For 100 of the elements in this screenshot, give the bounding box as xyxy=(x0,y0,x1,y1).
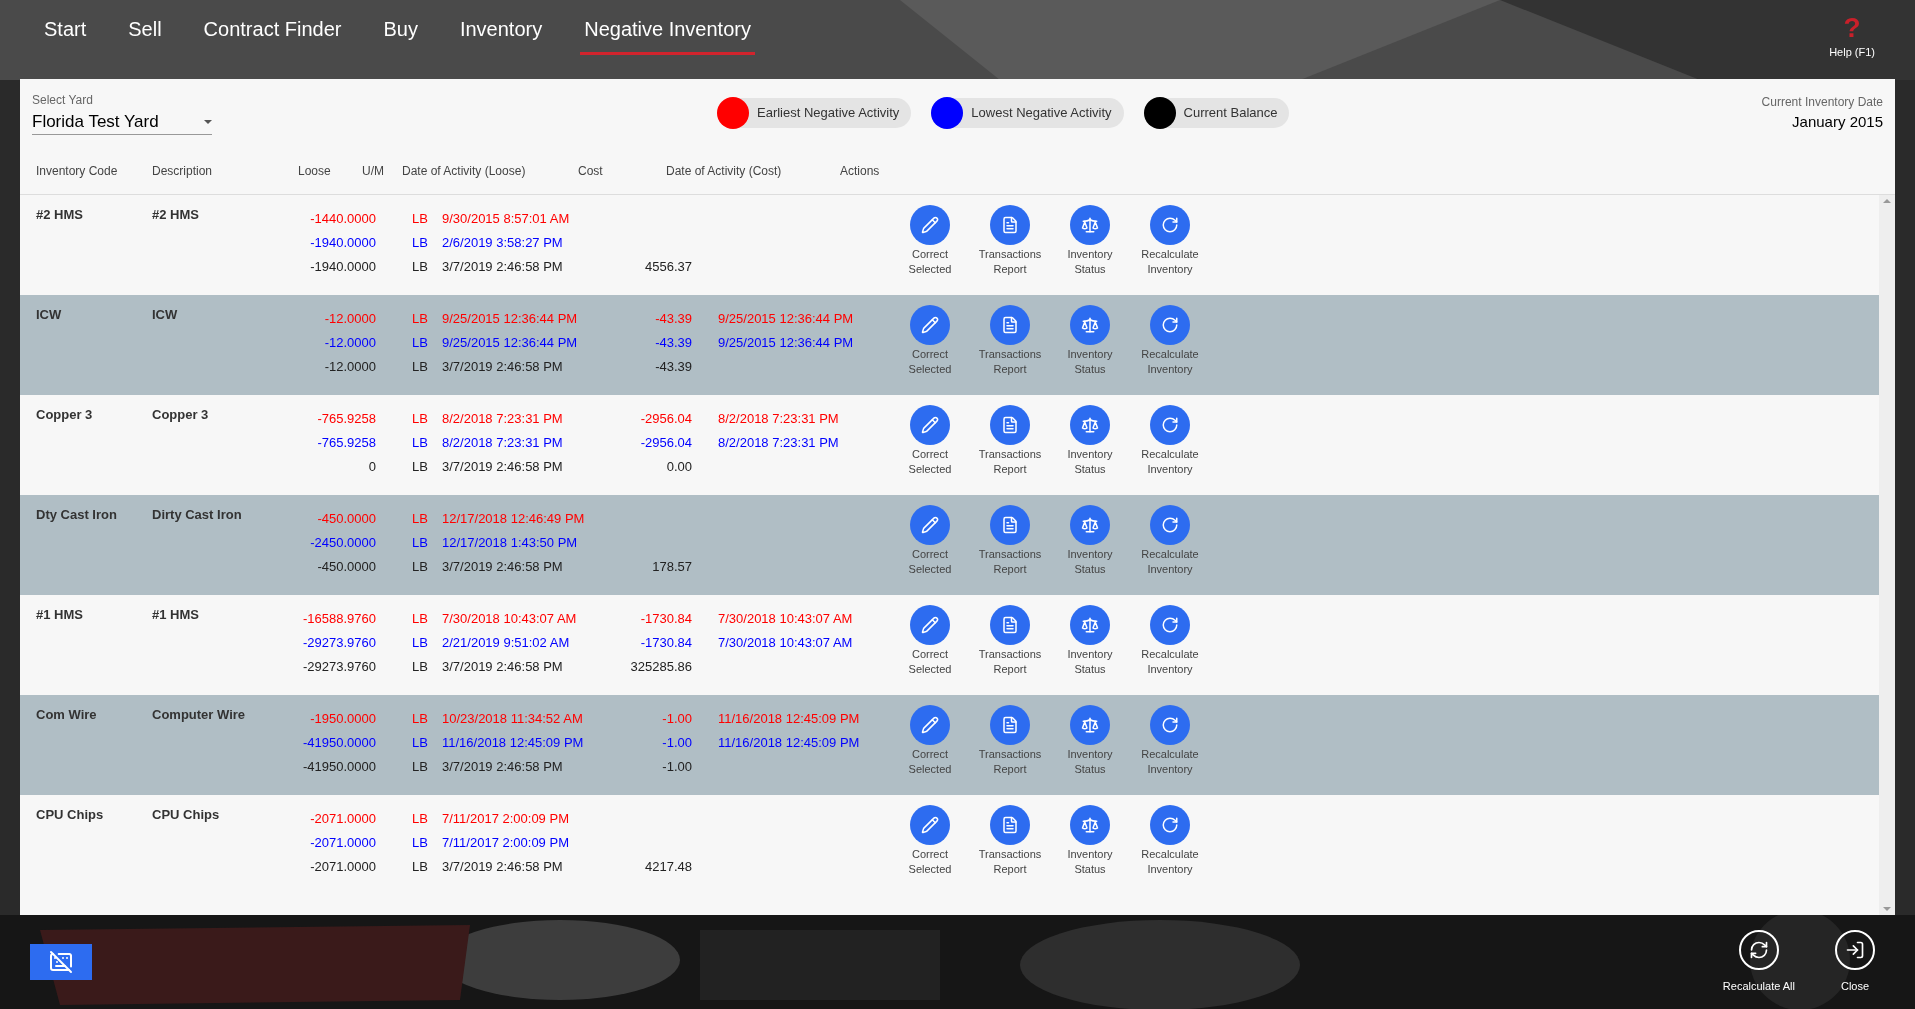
activity-date: 9/25/2015 12:36:44 PM xyxy=(441,310,579,325)
activity-date: 3/7/2019 2:46:58 PM xyxy=(441,458,564,473)
column-header: Description xyxy=(152,162,214,180)
action-button[interactable]: Transactions Report xyxy=(970,505,1050,595)
keyboard-off-icon xyxy=(49,950,73,974)
scroll-up-icon xyxy=(1883,199,1891,203)
action-button[interactable]: Correct Selected xyxy=(890,505,970,595)
inventory-date: January 2015 xyxy=(1792,111,1883,132)
activity-date: 7/11/2017 2:00:09 PM xyxy=(441,834,570,849)
pencil-icon xyxy=(921,416,939,434)
description: #1 HMS xyxy=(152,606,200,624)
action-button[interactable]: Inventory Status xyxy=(1050,705,1130,795)
pencil-icon xyxy=(921,716,939,734)
loose-value: -1950.0000 xyxy=(309,710,376,725)
action-button[interactable]: Inventory Status xyxy=(1050,505,1130,595)
action-button[interactable]: Transactions Report xyxy=(970,605,1050,695)
cost-date: 7/30/2018 10:43:07 AM xyxy=(717,634,854,649)
unit: LB xyxy=(411,310,429,325)
loose-value: -2071.0000 xyxy=(309,810,376,825)
document-icon xyxy=(1001,716,1019,734)
legend-label: Lowest Negative Activity xyxy=(971,104,1112,123)
cost-value: 0.00 xyxy=(665,458,692,473)
action-button[interactable]: Inventory Status xyxy=(1050,205,1130,295)
nav-tab[interactable]: Inventory xyxy=(455,14,547,55)
loose-value: -12.0000 xyxy=(323,310,376,325)
action-button[interactable]: Correct Selected xyxy=(890,305,970,395)
cost-date: 8/2/2018 7:23:31 PM xyxy=(717,410,840,425)
column-header: Inventory Code xyxy=(35,162,119,180)
loose-value: -29273.9760 xyxy=(302,658,376,673)
cost-date: 7/30/2018 10:43:07 AM xyxy=(717,610,854,625)
unit: LB xyxy=(411,234,429,249)
unit: LB xyxy=(411,858,429,873)
action-button[interactable]: Correct Selected xyxy=(890,205,970,295)
nav-tab[interactable]: Negative Inventory xyxy=(580,14,755,55)
action-button[interactable]: Inventory Status xyxy=(1050,805,1130,895)
activity-date: 7/11/2017 2:00:09 PM xyxy=(441,810,570,825)
document-icon xyxy=(1001,816,1019,834)
action-button[interactable]: Correct Selected xyxy=(890,605,970,695)
unit: LB xyxy=(411,358,429,373)
refresh-icon xyxy=(1161,616,1179,634)
action-button[interactable]: Recalculate Inventory xyxy=(1130,705,1210,795)
inventory-code: Copper 3 xyxy=(35,406,94,424)
action-button[interactable]: Correct Selected xyxy=(890,805,970,895)
dropdown-caret-icon xyxy=(204,119,212,124)
refresh-icon xyxy=(1161,516,1179,534)
scale-icon xyxy=(1081,516,1099,534)
footer-button[interactable]: Recalculate All xyxy=(1722,929,1795,995)
activity-date: 2/21/2019 9:51:02 AM xyxy=(441,634,571,649)
activity-date: 8/2/2018 7:23:31 PM xyxy=(441,410,564,425)
nav-tab[interactable]: Sell xyxy=(124,14,166,55)
cost-value: 4217.48 xyxy=(644,858,692,873)
nav-tab[interactable]: Contract Finder xyxy=(199,14,346,55)
footer-button[interactable]: Close xyxy=(1825,929,1885,995)
yard-select[interactable]: Select Yard Florida Test Yard xyxy=(32,90,212,136)
action-button[interactable]: Recalculate Inventory xyxy=(1130,205,1210,295)
action-button[interactable]: Transactions Report xyxy=(970,305,1050,395)
keyboard-button[interactable] xyxy=(30,944,92,980)
activity-date: 3/7/2019 2:46:58 PM xyxy=(441,258,564,273)
unit: LB xyxy=(411,834,429,849)
unit: LB xyxy=(411,810,429,825)
cost-value: -43.39 xyxy=(654,334,692,349)
action-button[interactable]: Correct Selected xyxy=(890,405,970,495)
action-button[interactable]: Recalculate Inventory xyxy=(1130,805,1210,895)
action-button[interactable]: Transactions Report xyxy=(970,405,1050,495)
refresh-icon xyxy=(1161,816,1179,834)
action-button[interactable]: Recalculate Inventory xyxy=(1130,405,1210,495)
loose-value: -12.0000 xyxy=(323,334,376,349)
unit: LB xyxy=(411,758,429,773)
action-button[interactable]: Transactions Report xyxy=(970,205,1050,295)
column-header: Cost xyxy=(578,162,604,180)
document-icon xyxy=(1001,316,1019,334)
action-button[interactable]: Recalculate Inventory xyxy=(1130,305,1210,395)
description: Copper 3 xyxy=(152,406,210,424)
legend-label: Earliest Negative Activity xyxy=(757,104,900,123)
inventory-date-label: Current Inventory Date xyxy=(1761,93,1883,111)
cost-value: -1.00 xyxy=(661,734,692,749)
cost-value: -43.39 xyxy=(654,310,692,325)
nav-tab[interactable]: Start xyxy=(40,14,91,55)
action-button[interactable]: Correct Selected xyxy=(890,705,970,795)
loose-value: 0 xyxy=(367,458,376,473)
action-button[interactable]: Transactions Report xyxy=(970,705,1050,795)
unit: LB xyxy=(411,410,429,425)
help-label: Help (F1) xyxy=(1829,45,1875,60)
action-button[interactable]: Recalculate Inventory xyxy=(1130,605,1210,695)
unit: LB xyxy=(411,334,429,349)
cost-value: -1.00 xyxy=(661,758,692,773)
cost-value: 178.57 xyxy=(651,558,692,573)
action-button[interactable]: Inventory Status xyxy=(1050,305,1130,395)
legend-label: Current Balance xyxy=(1183,104,1278,123)
action-button[interactable]: Transactions Report xyxy=(970,805,1050,895)
refresh-icon xyxy=(1161,216,1179,234)
action-button[interactable]: Recalculate Inventory xyxy=(1130,505,1210,595)
action-button[interactable]: Inventory Status xyxy=(1050,405,1130,495)
refresh-icon xyxy=(1161,716,1179,734)
loose-value: -1940.0000 xyxy=(309,234,376,249)
scale-icon xyxy=(1081,616,1099,634)
inventory-code: #2 HMS xyxy=(35,206,84,224)
activity-date: 3/7/2019 2:46:58 PM xyxy=(441,558,564,573)
nav-tab[interactable]: Buy xyxy=(379,14,422,55)
action-button[interactable]: Inventory Status xyxy=(1050,605,1130,695)
